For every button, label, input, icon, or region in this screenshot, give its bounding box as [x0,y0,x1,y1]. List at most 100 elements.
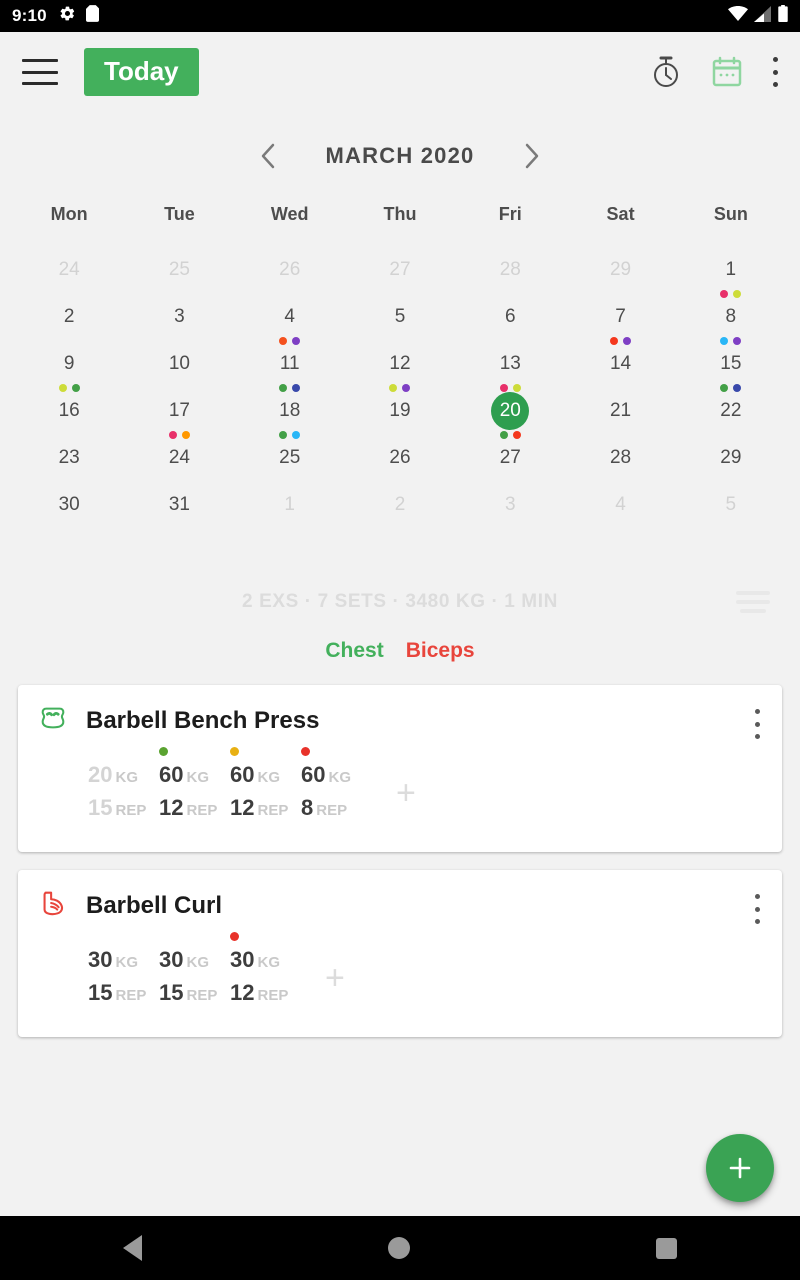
calendar-dot [733,290,742,298]
set-reps-unit: REP [186,802,218,819]
nav-home-button[interactable] [348,1227,450,1269]
calendar-day-26[interactable]: 26 [345,439,455,486]
exercise-set[interactable]: 20 KG 15 REP [88,760,159,826]
calendar-day-12[interactable]: 12 [345,345,455,392]
set-reps-unit: REP [115,987,147,1004]
exercise-sets-row: 20 KG 15 REP 60 KG 12 REP 60 KG 12 REP 60 KG 8 REP + [38,747,762,826]
calendar-day-5[interactable]: 5 [676,486,786,533]
calendar-day-26[interactable]: 26 [235,251,345,298]
calendar-day-4[interactable]: 4 [565,486,675,533]
nav-back-button[interactable] [83,1225,182,1271]
calendar-day-2[interactable]: 2 [14,298,124,345]
exercise-card[interactable]: Barbell Curl 30 KG 15 REP 30 KG 15 REP 30 KG 12 REP + [18,870,782,1037]
calendar-day-6[interactable]: 6 [455,298,565,345]
calendar-day-number: 8 [725,306,737,327]
calendar-day-31[interactable]: 31 [124,486,234,533]
kebab-menu-icon[interactable] [772,57,778,87]
exercise-card-list: Barbell Bench Press 20 KG 15 REP 60 KG 12 REP 60 K… [0,685,800,1037]
calendar-day-5[interactable]: 5 [345,298,455,345]
calendar-day-number: 21 [609,400,632,421]
calendar-day-14[interactable]: 14 [565,345,675,392]
calendar-day-21[interactable]: 21 [565,392,675,439]
calendar-day-17[interactable]: 17 [124,392,234,439]
exercise-menu-kebab-menu-icon[interactable] [754,709,760,739]
calendar-day-30[interactable]: 30 [14,486,124,533]
calendar-day-29[interactable]: 29 [565,251,675,298]
nav-recents-button[interactable] [616,1228,717,1269]
list-lines-icon[interactable] [736,591,770,613]
exercise-name: Barbell Bench Press [86,706,320,734]
set-reps-line: 12 REP [230,978,290,1011]
gear-icon [59,5,76,27]
hamburger-menu-icon[interactable] [22,59,58,85]
calendar-day-10[interactable]: 10 [124,345,234,392]
calendar-day-dots [499,431,521,439]
add-set-button[interactable]: + [386,776,426,810]
calendar-day-25[interactable]: 25 [124,251,234,298]
calendar-day-20[interactable]: 20 [455,392,565,439]
exercise-card[interactable]: Barbell Bench Press 20 KG 15 REP 60 KG 12 REP 60 K… [18,685,782,852]
calendar-day-28[interactable]: 28 [455,251,565,298]
calendar-dot [402,384,411,392]
calendar-day-3[interactable]: 3 [455,486,565,533]
exercise-set[interactable]: 60 KG 12 REP [159,747,230,826]
calendar-body: 24 25 26 27 28 29 1 2 3 4 5 6 7 8 9 10 11 12 13 14 15 16 17 18 1… [14,251,786,533]
set-status-dot [301,747,310,756]
exercise-set[interactable]: 30 KG 15 REP [159,945,230,1011]
calendar-day-27[interactable]: 27 [455,439,565,486]
calendar-day-number: 31 [168,494,190,515]
exercise-set[interactable]: 60 KG 12 REP [230,747,301,826]
exercise-set[interactable]: 60 KG 8 REP [301,747,372,826]
stopwatch-icon[interactable] [650,55,682,89]
calendar-day-28[interactable]: 28 [565,439,675,486]
calendar-day-27[interactable]: 27 [345,251,455,298]
muscle-tab-chest[interactable]: Chest [325,639,383,663]
chevron-right-icon[interactable] [516,139,548,173]
calendar-day-25[interactable]: 25 [235,439,345,486]
exercise-set[interactable]: 30 KG 15 REP [88,945,159,1011]
set-reps-line: 8 REP [301,793,361,826]
calendar-day-24[interactable]: 24 [14,251,124,298]
calendar-day-2[interactable]: 2 [345,486,455,533]
app-bar-actions [650,55,778,89]
calendar-day-29[interactable]: 29 [676,439,786,486]
calendar-day-8[interactable]: 8 [676,298,786,345]
calendar-day-11[interactable]: 11 [235,345,345,392]
month-navigation: MARCH 2020 [0,126,800,186]
calendar-day-dots [389,384,411,392]
calendar-icon[interactable] [712,56,742,88]
calendar-day-4[interactable]: 4 [235,298,345,345]
calendar-day-number: 1 [284,494,295,515]
calendar-day-1[interactable]: 1 [235,486,345,533]
calendar-day-24[interactable]: 24 [124,439,234,486]
exercise-set[interactable]: 30 KG 12 REP [230,932,301,1011]
calendar-day-number: 11 [279,353,300,374]
calendar-day-19[interactable]: 19 [345,392,455,439]
calendar-dot [720,290,729,298]
calendar-day-9[interactable]: 9 [14,345,124,392]
calendar-day-16[interactable]: 16 [14,392,124,439]
set-weight-line: 60 KG [230,760,290,793]
calendar-day-13[interactable]: 13 [455,345,565,392]
set-reps-line: 15 REP [88,793,148,826]
calendar-day-dots [279,337,301,345]
calendar-day-15[interactable]: 15 [676,345,786,392]
calendar-day-dots [168,431,190,439]
add-set-button[interactable]: + [315,961,355,995]
exercise-menu-kebab-menu-icon[interactable] [754,894,760,924]
set-status-dot [159,747,168,756]
calendar-day-23[interactable]: 23 [14,439,124,486]
add-exercise-fab[interactable] [706,1134,774,1202]
calendar-day-22[interactable]: 22 [676,392,786,439]
today-button[interactable]: Today [84,48,199,96]
calendar-day-number: 22 [720,400,742,421]
calendar-day-3[interactable]: 3 [124,298,234,345]
muscle-tab-biceps[interactable]: Biceps [406,639,475,663]
chevron-left-icon[interactable] [252,139,284,173]
calendar-day-number: 26 [389,447,411,468]
calendar-dot [279,431,288,439]
calendar-day-7[interactable]: 7 [565,298,675,345]
set-reps-value: 12 [230,980,255,1005]
calendar-day-1[interactable]: 1 [676,251,786,298]
calendar-day-18[interactable]: 18 [235,392,345,439]
